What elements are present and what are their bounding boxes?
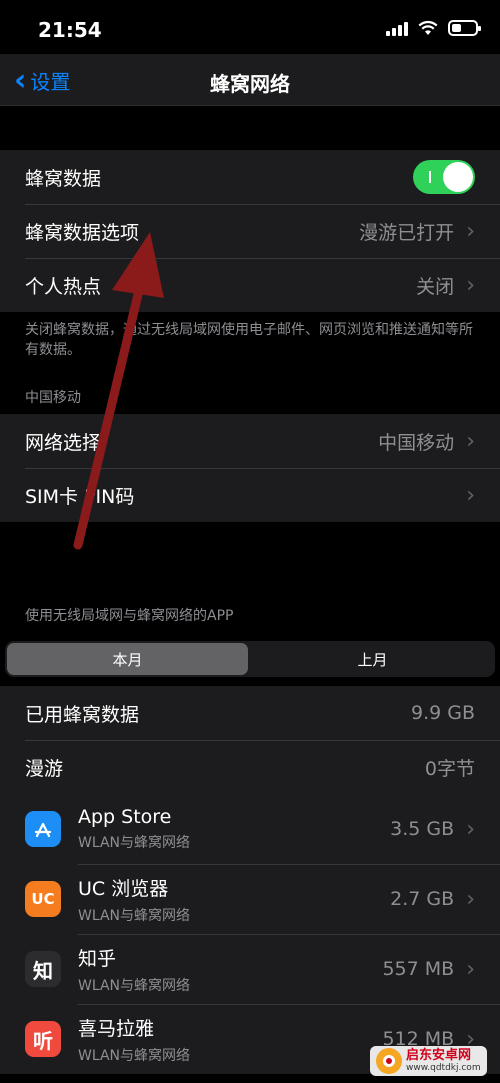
app-name: App Store	[78, 806, 172, 828]
app-data-size: 557 MB	[382, 958, 455, 980]
cellular-data-label: 蜂窝数据	[25, 167, 102, 190]
status-bar: 21:54	[0, 0, 500, 60]
network-selection-row[interactable]: 网络选择 中国移动 ›	[0, 414, 500, 468]
used-data-row: 已用蜂窝数据 9.9 GB	[0, 686, 500, 740]
app-store-icon	[25, 811, 61, 847]
app-data-size: 2.7 GB	[390, 888, 455, 910]
app-network-type: WLAN与蜂窝网络	[78, 907, 191, 924]
used-data-value: 9.9 GB	[410, 702, 475, 724]
cellular-settings-group: 蜂窝数据 蜂窝数据选项 漫游已打开 › 个人热点 关闭 ›	[0, 150, 500, 312]
roaming-label: 漫游	[25, 757, 64, 780]
chevron-right-icon: ›	[466, 272, 475, 298]
personal-hotspot-value: 关闭	[416, 275, 455, 298]
chevron-right-icon[interactable]: ›	[466, 817, 475, 842]
app-row: 知 知乎 WLAN与蜂窝网络 557 MB ›	[0, 934, 500, 1004]
used-data-label: 已用蜂窝数据	[25, 703, 140, 726]
uc-browser-icon: UC	[25, 881, 61, 917]
chevron-right-icon: ›	[466, 482, 475, 508]
sim-pin-row[interactable]: SIM卡 PIN码 ›	[0, 468, 500, 522]
status-icons	[386, 20, 481, 36]
watermark-logo-icon	[376, 1048, 402, 1074]
app-network-type: WLAN与蜂窝网络	[78, 977, 191, 994]
app-name: 喜马拉雅	[78, 1017, 155, 1040]
roaming-value: 0字节	[424, 757, 475, 780]
wifi-icon	[418, 20, 438, 35]
app-data-size: 3.5 GB	[390, 818, 455, 840]
carrier-section-header: 中国移动	[25, 390, 81, 406]
segment-current-month[interactable]: 本月	[7, 643, 248, 675]
zhihu-icon: 知	[25, 951, 61, 987]
chevron-right-icon[interactable]: ›	[466, 957, 475, 982]
app-name: 知乎	[78, 947, 117, 970]
page-title: 蜂窝网络	[210, 72, 290, 96]
apps-section-header: 使用无线局域网与蜂窝网络的APP	[25, 608, 234, 624]
chevron-right-icon[interactable]: ›	[466, 887, 475, 912]
segment-last-month[interactable]: 上月	[252, 643, 493, 675]
app-network-type: WLAN与蜂窝网络	[78, 1047, 191, 1064]
cellular-data-toggle[interactable]	[413, 160, 475, 194]
chevron-right-icon: ›	[466, 218, 475, 244]
network-selection-label: 网络选择	[25, 431, 102, 454]
watermark: 启东安卓网 www.qdtdkj.com	[370, 1046, 487, 1076]
status-time: 21:54	[38, 18, 102, 42]
ximalaya-icon: 听	[25, 1021, 61, 1057]
battery-icon	[448, 20, 481, 36]
cellular-data-options-row[interactable]: 蜂窝数据选项 漫游已打开 ›	[0, 204, 500, 258]
cellular-data-options-value: 漫游已打开	[359, 221, 455, 244]
app-list: App Store WLAN与蜂窝网络 3.5 GB › UC UC 浏览器 W…	[0, 794, 500, 1074]
sim-pin-label: SIM卡 PIN码	[25, 485, 135, 508]
navigation-bar: ‹ 设置 蜂窝网络	[0, 54, 500, 106]
watermark-url: www.qdtdkj.com	[406, 1063, 481, 1073]
personal-hotspot-row[interactable]: 个人热点 关闭 ›	[0, 258, 500, 312]
usage-group: 已用蜂窝数据 9.9 GB 漫游 0字节 App Store WLAN与蜂窝网络…	[0, 686, 500, 1074]
cellular-data-row: 蜂窝数据	[0, 150, 500, 204]
cellular-data-footnote: 关闭蜂窝数据，通过无线局域网使用电子邮件、网页浏览和推送通知等所有数据。	[25, 322, 473, 358]
app-row: App Store WLAN与蜂窝网络 3.5 GB ›	[0, 794, 500, 864]
carrier-settings-group: 网络选择 中国移动 › SIM卡 PIN码 ›	[0, 414, 500, 522]
app-name: UC 浏览器	[78, 877, 169, 900]
network-selection-value: 中国移动	[378, 431, 455, 454]
cellular-signal-icon	[386, 20, 408, 36]
app-row: UC UC 浏览器 WLAN与蜂窝网络 2.7 GB ›	[0, 864, 500, 934]
roaming-row: 漫游 0字节	[0, 740, 500, 794]
cellular-data-options-label: 蜂窝数据选项	[25, 221, 140, 244]
chevron-right-icon: ›	[466, 428, 475, 454]
period-segmented-control: 本月 上月	[5, 641, 495, 677]
watermark-name: 启东安卓网	[406, 1048, 472, 1063]
app-network-type: WLAN与蜂窝网络	[78, 835, 191, 851]
personal-hotspot-label: 个人热点	[25, 275, 102, 298]
